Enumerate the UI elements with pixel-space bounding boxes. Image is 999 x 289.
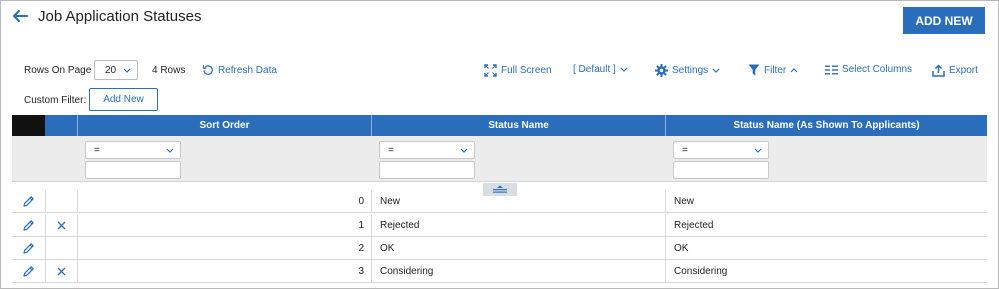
cell-sort-order: 3 (77, 260, 371, 283)
edit-cell (12, 260, 45, 283)
grid-header: Sort Order Status Name Status Name (As S… (45, 115, 987, 136)
chevron-down-icon (123, 68, 131, 73)
chevron-up-icon (790, 67, 798, 72)
filter-dropdown[interactable]: Filter (748, 64, 798, 76)
close-icon[interactable] (57, 221, 66, 230)
rows-on-page-select[interactable]: 20 (94, 60, 138, 80)
edit-cell (12, 190, 45, 213)
cell-sort-order: 1 (77, 214, 371, 237)
expand-icon (484, 64, 497, 77)
filter-input-status-name[interactable] (379, 161, 475, 179)
header-actions-cell (45, 115, 77, 136)
pencil-icon[interactable] (22, 219, 35, 232)
filter-operator-status-name-shown[interactable]: = (673, 141, 769, 159)
delete-cell (45, 237, 77, 260)
delete-cell (45, 190, 77, 213)
refresh-data-label: Refresh Data (218, 65, 277, 76)
pencil-icon[interactable] (22, 195, 35, 208)
delete-cell (45, 260, 77, 283)
cell-status-name-shown: New (665, 190, 987, 213)
columns-icon (825, 65, 838, 74)
refresh-data-button[interactable]: Refresh Data (202, 63, 277, 76)
cell-status-name-shown: Rejected (665, 214, 987, 237)
chevron-down-icon (712, 68, 720, 73)
filter-operator-value: = (388, 144, 394, 156)
column-header-status-name[interactable]: Status Name (371, 115, 665, 136)
row-count: 4 Rows (152, 65, 186, 76)
export-button[interactable]: Export (932, 64, 978, 77)
column-header-status-name-shown[interactable]: Status Name (As Shown To Applicants) (665, 115, 987, 136)
funnel-icon (748, 64, 760, 76)
table-row: 0 New New (12, 190, 987, 213)
grid-corner (12, 115, 45, 136)
column-header-sort-order[interactable]: Sort Order (77, 115, 371, 136)
filter-operator-value: = (94, 144, 100, 156)
pencil-icon[interactable] (22, 242, 35, 255)
filter-row: = = = (12, 136, 987, 182)
filter-input-sort-order[interactable] (85, 161, 181, 179)
add-new-button[interactable]: ADD NEW (903, 7, 985, 34)
cell-status-name-shown: OK (665, 237, 987, 260)
page-title: Job Application Statuses (38, 8, 202, 25)
chevron-down-icon (460, 148, 468, 153)
settings-label: Settings (672, 65, 709, 76)
table-row: 1 Rejected Rejected (12, 214, 987, 237)
table-row: 3 Considering Considering (12, 260, 987, 283)
view-label: [ Default ] (573, 64, 616, 75)
cell-status-name: OK (371, 237, 665, 260)
full-screen-button[interactable]: Full Screen (484, 64, 552, 77)
view-dropdown[interactable]: [ Default ] (573, 64, 628, 75)
cell-sort-order: 0 (77, 190, 371, 213)
cell-status-name-shown: Considering (665, 260, 987, 283)
settings-dropdown[interactable]: Settings (655, 64, 720, 77)
custom-filter-label: Custom Filter: (24, 95, 87, 106)
chevron-down-icon (754, 148, 762, 153)
close-icon[interactable] (57, 267, 66, 276)
chevron-down-icon (166, 148, 174, 153)
select-columns-label: Select Columns (842, 64, 913, 75)
edit-cell (12, 237, 45, 260)
edit-cell (12, 214, 45, 237)
select-columns-button[interactable]: Select Columns (825, 64, 912, 75)
gear-icon (655, 64, 668, 77)
cell-status-name: Considering (371, 260, 665, 283)
filter-label: Filter (764, 64, 787, 76)
filter-operator-value: = (682, 144, 688, 156)
custom-filter-add-button[interactable]: Add New (89, 88, 158, 111)
filter-operator-sort-order[interactable]: = (85, 141, 181, 159)
pencil-icon[interactable] (22, 265, 35, 278)
back-arrow-icon[interactable] (11, 7, 29, 25)
chevron-down-icon (620, 67, 628, 72)
cell-sort-order: 2 (77, 237, 371, 260)
rows-on-page-value: 20 (105, 64, 117, 76)
table-row: 2 OK OK (12, 237, 987, 260)
refresh-icon (202, 64, 213, 75)
delete-cell (45, 214, 77, 237)
export-label: Export (949, 65, 978, 76)
upload-icon (932, 64, 945, 77)
full-screen-label: Full Screen (501, 65, 552, 76)
rows-on-page-label: Rows On Page (24, 65, 92, 76)
filter-input-status-name-shown[interactable] (673, 161, 769, 179)
cell-status-name: New (371, 190, 665, 213)
filter-operator-status-name[interactable]: = (379, 141, 475, 159)
cell-status-name: Rejected (371, 214, 665, 237)
